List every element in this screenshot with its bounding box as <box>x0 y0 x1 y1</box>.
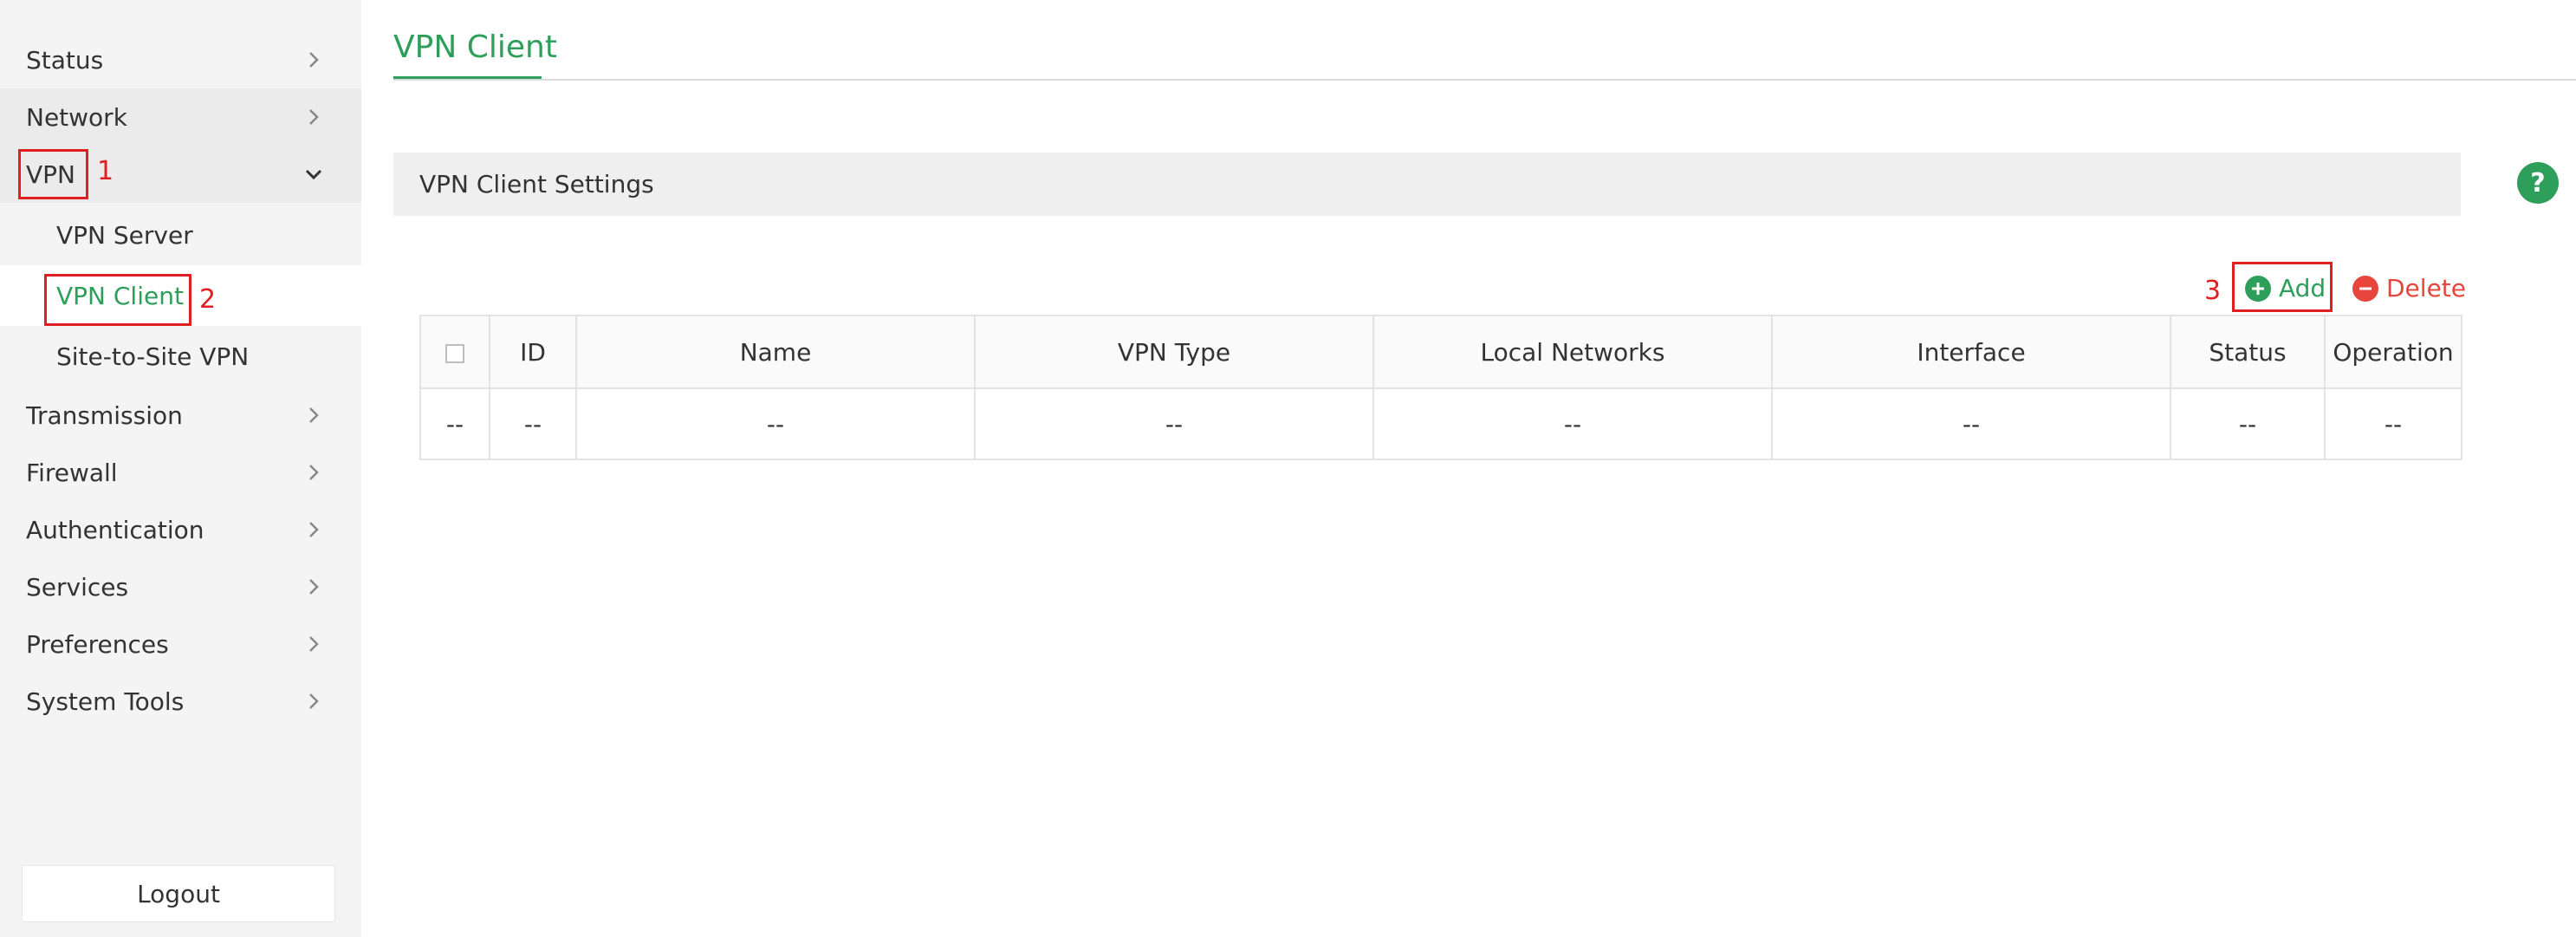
sidebar-subitem-site-to-site-vpn[interactable]: Site-to-Site VPN <box>0 326 361 387</box>
section-title: VPN Client Settings <box>419 170 654 198</box>
add-button[interactable]: Add <box>2244 274 2326 303</box>
sidebar-item-services[interactable]: Services <box>0 558 361 615</box>
chevron-right-icon <box>309 109 319 125</box>
column-header-vpn-type[interactable]: VPN Type <box>974 315 1374 389</box>
sidebar: Status Network VPN 1 VPN Server VPN Clie… <box>0 0 361 937</box>
tab-divider <box>393 79 2576 81</box>
sidebar-item-label: Firewall <box>26 458 118 487</box>
annotation-step-2: 2 <box>199 284 217 315</box>
column-header-name[interactable]: Name <box>575 315 976 389</box>
sidebar-subitem-vpn-server[interactable]: VPN Server <box>0 205 361 265</box>
sidebar-item-label: Authentication <box>26 515 204 544</box>
section-header: VPN Client Settings <box>393 153 2461 216</box>
vpn-client-table: ID Name VPN Type Local Networks Interfac… <box>419 315 2462 460</box>
sidebar-subitem-label: Site-to-Site VPN <box>56 342 250 371</box>
sidebar-subitem-label: VPN Server <box>56 220 193 250</box>
column-header-id[interactable]: ID <box>489 315 577 389</box>
chevron-right-icon <box>309 407 319 423</box>
sidebar-item-label: Preferences <box>26 629 169 659</box>
table-cell: -- <box>2170 387 2326 460</box>
annotation-step-1: 1 <box>97 156 114 186</box>
sidebar-item-transmission[interactable]: Transmission <box>0 387 361 444</box>
plus-circle-icon <box>2245 275 2271 302</box>
annotation-box-vpn-client <box>44 274 191 326</box>
annotation-box-vpn <box>18 149 88 199</box>
help-icon-glyph: ? <box>2530 168 2545 198</box>
column-header-local-networks[interactable]: Local Networks <box>1372 315 1773 389</box>
chevron-right-icon <box>309 579 319 595</box>
sidebar-item-network[interactable]: Network <box>0 88 361 146</box>
sidebar-item-label: Status <box>26 45 104 75</box>
sidebar-item-firewall[interactable]: Firewall <box>0 444 361 501</box>
select-all-checkbox[interactable] <box>445 343 464 363</box>
select-all-cell <box>419 315 490 389</box>
column-header-interface[interactable]: Interface <box>1771 315 2171 389</box>
sidebar-item-label: System Tools <box>26 686 185 716</box>
table-cell: -- <box>2324 387 2462 460</box>
table-cell: -- <box>489 387 577 460</box>
column-header-status[interactable]: Status <box>2170 315 2326 389</box>
table-cell: -- <box>575 387 976 460</box>
chevron-down-icon <box>305 169 322 180</box>
table-cell: -- <box>1372 387 1773 460</box>
tab-vpn-client[interactable]: VPN Client <box>393 29 557 65</box>
table-cell: -- <box>974 387 1374 460</box>
sidebar-item-authentication[interactable]: Authentication <box>0 501 361 558</box>
annotation-step-3: 3 <box>2204 276 2222 306</box>
delete-button-label: Delete <box>2386 274 2466 303</box>
minus-circle-icon <box>2352 275 2378 302</box>
delete-button[interactable]: Delete <box>2352 274 2466 303</box>
chevron-right-icon <box>309 52 319 68</box>
chevron-right-icon <box>309 693 319 709</box>
chevron-right-icon <box>309 636 319 652</box>
sidebar-item-label: Network <box>26 102 127 132</box>
table-header-row: ID Name VPN Type Local Networks Interfac… <box>419 315 2462 389</box>
logout-button[interactable]: Logout <box>22 865 335 922</box>
table-cell: -- <box>1771 387 2171 460</box>
sidebar-item-system-tools[interactable]: System Tools <box>0 673 361 730</box>
chevron-right-icon <box>309 465 319 480</box>
table-row: -- -- -- -- -- -- -- -- <box>419 387 2462 460</box>
sidebar-item-preferences[interactable]: Preferences <box>0 615 361 673</box>
add-button-label: Add <box>2279 274 2326 303</box>
sidebar-item-label: Transmission <box>26 400 183 430</box>
sidebar-item-status[interactable]: Status <box>0 31 361 88</box>
chevron-right-icon <box>309 522 319 537</box>
help-icon[interactable]: ? <box>2516 161 2560 205</box>
table-cell: -- <box>419 387 490 460</box>
sidebar-item-label: Services <box>26 572 129 602</box>
column-header-operation: Operation <box>2324 315 2462 389</box>
